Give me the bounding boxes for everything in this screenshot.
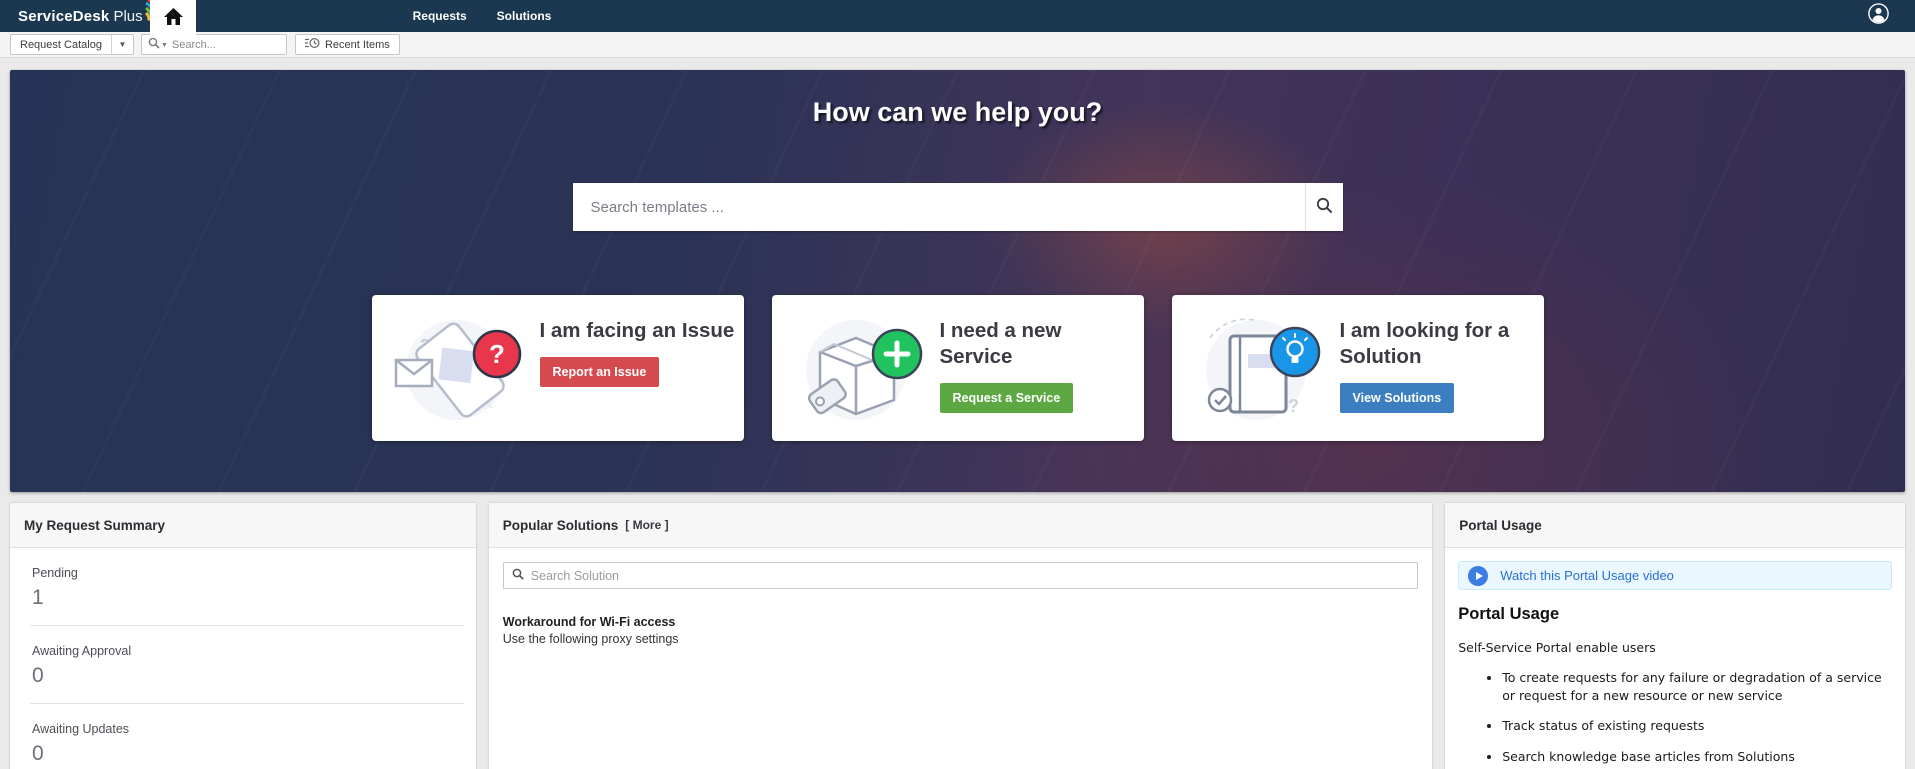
- recent-items-button[interactable]: Recent Items: [294, 34, 400, 55]
- home-icon: [163, 8, 183, 30]
- request-catalog-label: Request Catalog: [20, 38, 102, 51]
- panel-header: Popular Solutions [ More ]: [488, 503, 1433, 548]
- box-plus-icon: [786, 309, 934, 427]
- toolbar-search-input[interactable]: [171, 38, 280, 51]
- hero-title: How can we help you?: [812, 97, 1103, 127]
- portal-usage-panel: Portal Usage Watch this Portal Usage vid…: [1445, 503, 1905, 769]
- chevron-down-icon[interactable]: ▼: [110, 35, 133, 54]
- solutions-body: Workaround for Wi-Fi access Use the foll…: [489, 548, 1433, 660]
- solution-list-item[interactable]: Workaround for Wi-Fi access Use the foll…: [503, 615, 1419, 646]
- recent-items-label: Recent Items: [324, 38, 390, 51]
- book-bulb-icon: ?: [1186, 309, 1334, 427]
- solution-search-input[interactable]: [530, 568, 1410, 583]
- more-link[interactable]: [ More ]: [625, 518, 668, 532]
- recent-items-icon: [304, 37, 320, 53]
- card-body: I am looking for a Solution View Solutio…: [1339, 309, 1540, 427]
- user-account-button[interactable]: [1868, 3, 1889, 29]
- card-body: I need a new Service Request a Service: [939, 309, 1140, 427]
- search-icon: [512, 567, 524, 585]
- portal-usage-bullet: To create requests for any failure or de…: [1502, 669, 1892, 704]
- summary-row-pending[interactable]: Pending 1: [10, 548, 476, 625]
- portal-usage-body: Watch this Portal Usage video Portal Usa…: [1445, 548, 1905, 769]
- summary-value: 0: [32, 664, 44, 687]
- portal-usage-bullet: Track status of existing requests: [1502, 717, 1892, 735]
- summary-row-awaiting-approval[interactable]: Awaiting Approval 0: [10, 626, 476, 703]
- portal-usage-intro: Self-Service Portal enable users: [1458, 640, 1656, 655]
- template-search-input[interactable]: [572, 183, 1305, 231]
- search-scope-caret-icon[interactable]: ▼: [161, 42, 168, 49]
- card-facing-issue: ? ☾ ? I am facing an Issue Report an Iss…: [371, 295, 744, 441]
- summary-label: Awaiting Approval: [32, 644, 132, 658]
- template-search-bar: [572, 183, 1343, 231]
- search-icon: [148, 37, 160, 52]
- card-need-service: I need a new Service Request a Service: [771, 295, 1144, 441]
- summary-value: 0: [32, 742, 44, 765]
- request-catalog-dropdown[interactable]: Request Catalog ▼: [10, 34, 134, 55]
- my-request-summary-panel: My Request Summary Pending 1 Awaiting Ap…: [10, 503, 476, 769]
- summary-row-awaiting-updates[interactable]: Awaiting Updates 0: [10, 704, 476, 769]
- summary-label: Pending: [32, 566, 78, 580]
- card-title: I am looking for a Solution: [1339, 319, 1510, 368]
- summary-label: Awaiting Updates: [32, 722, 130, 736]
- video-link-label: Watch this Portal Usage video: [1500, 568, 1674, 583]
- card-body: I am facing an Issue Report an Issue: [539, 309, 740, 427]
- top-navbar: ServiceDesk Plus Requests Solutions: [0, 0, 1915, 38]
- portal-usage-heading: Portal Usage: [1458, 605, 1560, 623]
- portal-usage-bullet-list: To create requests for any failure or de…: [1458, 669, 1892, 765]
- bottom-panels: My Request Summary Pending 1 Awaiting Ap…: [10, 503, 1905, 769]
- solution-search-box[interactable]: [502, 562, 1419, 589]
- report-issue-button[interactable]: Report an Issue: [539, 357, 660, 387]
- nav-menu: Requests Solutions: [398, 0, 567, 32]
- view-solutions-button[interactable]: View Solutions: [1339, 383, 1455, 413]
- svg-text:?: ?: [1288, 396, 1299, 416]
- summary-value: 1: [32, 586, 44, 609]
- secondary-toolbar: Request Catalog ▼ ▼ Recent Items: [0, 32, 1915, 58]
- card-looking-solution: ? I am looking for a Solution View Solut…: [1171, 295, 1544, 441]
- panel-title: Portal Usage: [1445, 503, 1905, 548]
- nav-item-requests[interactable]: Requests: [398, 0, 482, 32]
- nav-item-solutions[interactable]: Solutions: [482, 0, 567, 32]
- card-title: I need a new Service: [939, 319, 1062, 368]
- portal-usage-bullet: Search knowledge base articles from Solu…: [1502, 748, 1892, 766]
- panel-title: My Request Summary: [10, 503, 476, 548]
- solution-subtitle: Use the following proxy settings: [502, 632, 679, 646]
- servicedesk-logo[interactable]: ServiceDesk Plus: [0, 0, 162, 32]
- play-icon: [1468, 565, 1489, 586]
- panel-title: Popular Solutions: [502, 517, 619, 533]
- hero-cards-row: ? ☾ ? I am facing an Issue Report an Iss…: [10, 295, 1905, 441]
- request-service-button[interactable]: Request a Service: [939, 383, 1074, 413]
- brand-suffix: Plus: [113, 7, 143, 25]
- user-avatar-icon: [1868, 3, 1889, 29]
- home-tab[interactable]: [150, 0, 196, 38]
- popular-solutions-panel: Popular Solutions [ More ] Workaround fo…: [488, 503, 1433, 769]
- portal-usage-video-link[interactable]: Watch this Portal Usage video: [1458, 561, 1892, 590]
- solution-title: Workaround for Wi-Fi access: [502, 615, 676, 629]
- hero-banner: How can we help you? ? ☾: [10, 70, 1905, 492]
- template-search-button[interactable]: [1304, 183, 1343, 231]
- svg-text:?: ?: [489, 339, 505, 369]
- card-title: I am facing an Issue: [539, 319, 735, 342]
- brand-name: ServiceDesk: [18, 7, 110, 25]
- ticket-question-icon: ? ☾ ?: [386, 309, 534, 427]
- search-icon: [1316, 197, 1333, 217]
